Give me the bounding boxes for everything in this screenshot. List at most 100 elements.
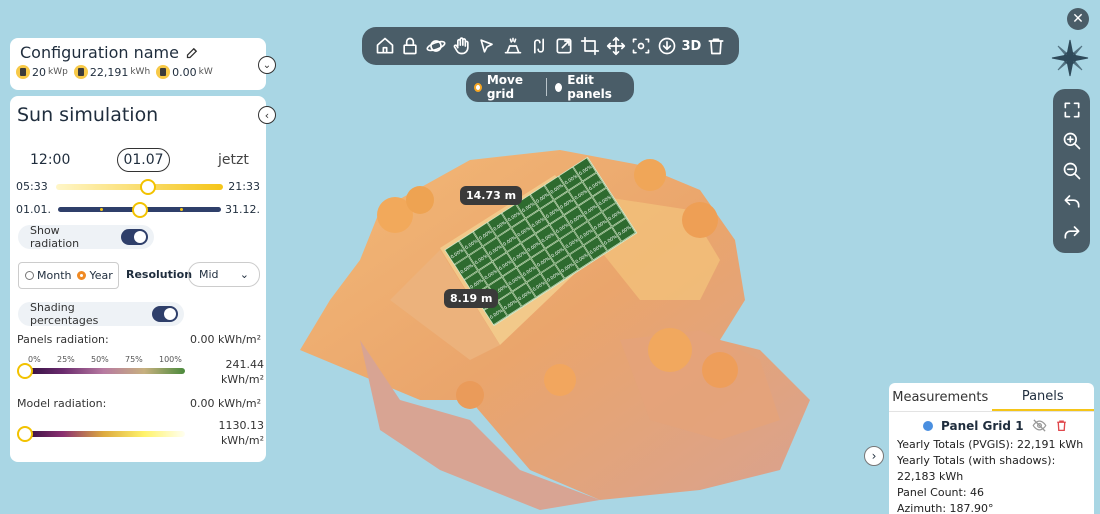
show-radiation-toggle-row[interactable]: Show radiation: [18, 224, 154, 250]
download-icon[interactable]: [656, 35, 678, 57]
year-tick: [100, 208, 103, 211]
sunset-time: 21:33: [228, 180, 260, 193]
crop-icon[interactable]: [579, 35, 601, 57]
zoom-in-icon[interactable]: [1061, 130, 1083, 152]
3d-mode-button[interactable]: 3D: [682, 39, 702, 54]
yearly-totals-shadows-label: Yearly Totals (with shadows):: [897, 454, 1056, 467]
screenshot-icon[interactable]: [630, 35, 652, 57]
edit-panels-option[interactable]: Edit panels: [555, 73, 626, 101]
power-stat: 20 kWp: [16, 65, 68, 79]
chevron-right-icon[interactable]: ›: [864, 446, 884, 466]
info-panel: Measurements Panels Panel Grid 1 Yearly …: [889, 383, 1094, 514]
panels-radiation-scale[interactable]: [22, 368, 185, 374]
day-slider-thumb[interactable]: [139, 179, 156, 195]
model-radiation-min: 0.00 kWh/m²: [189, 397, 261, 410]
pct-tick: 0%: [28, 355, 41, 364]
lock-icon[interactable]: [399, 35, 421, 57]
yearly-totals-pvgis: Yearly Totals (PVGIS): 22,191 kWh: [897, 438, 1084, 451]
move-grid-option[interactable]: Move grid: [474, 73, 538, 101]
compass-icon[interactable]: [1050, 38, 1090, 78]
resolution-select[interactable]: Mid ⌄: [188, 262, 260, 287]
chart-icon: [73, 65, 88, 79]
date-input[interactable]: 01.07: [117, 148, 170, 172]
solar-panel-icon: [16, 65, 30, 79]
pct-tick: 100%: [159, 355, 182, 364]
panels-radiation-thumb[interactable]: [17, 363, 33, 379]
sun-simulation-title: Sun simulation: [17, 104, 159, 126]
chevron-down-icon: ⌄: [239, 268, 249, 281]
trash-icon[interactable]: [705, 35, 727, 57]
pct-tick: 50%: [91, 355, 109, 364]
panel-count: Panel Count: 46: [897, 486, 985, 499]
configuration-card: Configuration name 20 kWp 22,191 kWh 0.00 k…: [10, 38, 266, 90]
panel-grid-header: Panel Grid 1: [889, 412, 1094, 433]
year-tick: [180, 208, 183, 211]
panel-grid-name[interactable]: Panel Grid 1: [941, 419, 1024, 433]
show-radiation-toggle[interactable]: [121, 229, 148, 245]
time-value[interactable]: 12:00: [30, 152, 70, 168]
model-radiation-row: Model radiation: 0.00 kWh/m²: [17, 397, 261, 410]
tab-measurements[interactable]: Measurements: [889, 383, 992, 411]
year-end: 31.12.: [225, 203, 260, 216]
period-year-option[interactable]: Year: [77, 269, 113, 282]
year-slider-row: 01.01. 31.12.: [16, 202, 260, 218]
sun-simulation-panel: Sun simulation ‹ 12:00 01.07 jetzt 05:33…: [10, 96, 276, 462]
view-controls: [1053, 89, 1090, 253]
pct-tick: 75%: [125, 355, 143, 364]
model-radiation-max: 1130.13 kWh/m²: [218, 419, 265, 447]
power-icon: [156, 65, 171, 79]
select-tool-icon[interactable]: [476, 35, 498, 57]
shading-toggle-row[interactable]: Shading percentages: [18, 301, 184, 327]
fullscreen-icon[interactable]: [1061, 99, 1083, 121]
panel-grid-details: Yearly Totals (PVGIS): 22,191 kWh Yearly…: [889, 433, 1094, 514]
period-month-option[interactable]: Month: [25, 269, 71, 282]
measure-icon[interactable]: [528, 35, 550, 57]
planet-icon[interactable]: [425, 35, 447, 57]
info-tabs: Measurements Panels: [889, 383, 1094, 412]
model-radiation-thumb[interactable]: [17, 426, 33, 442]
panels-radiation-max: 241.44 kWh/m²: [220, 358, 264, 386]
panels-radiation-min: 0.00 kWh/m²: [189, 333, 261, 346]
model-radiation-scale[interactable]: [22, 431, 185, 437]
energy-stat: 22,191 kWh: [73, 65, 150, 79]
radio-selected-icon: [474, 82, 482, 92]
close-icon[interactable]: ✕: [1067, 8, 1089, 30]
yearly-totals-shadows-value: 22,183 kWh: [897, 470, 964, 483]
solar-roof-icon[interactable]: [502, 35, 524, 57]
now-button[interactable]: jetzt: [218, 152, 249, 168]
shading-label: Shading percentages: [30, 301, 99, 327]
tab-panels[interactable]: Panels: [991, 383, 1094, 411]
panels-radiation-row: Panels radiation: 0.00 kWh/m²: [17, 333, 261, 346]
redo-icon[interactable]: [1061, 221, 1083, 243]
shading-toggle[interactable]: [151, 306, 178, 322]
export-icon[interactable]: [553, 35, 575, 57]
grid-mode-toggle: Move grid Edit panels: [466, 72, 634, 102]
radio-selected-icon: [77, 271, 87, 280]
year-slider-thumb[interactable]: [131, 202, 148, 218]
width-measurement: 8.19 m: [444, 289, 499, 308]
grid-color-icon: [923, 420, 933, 431]
year-start: 01.01.: [16, 203, 51, 216]
sunrise-time: 05:33: [16, 180, 48, 193]
mode-separator: [546, 78, 548, 96]
hand-icon[interactable]: [451, 35, 473, 57]
time-row: 12:00 01.07 jetzt: [10, 148, 266, 172]
configuration-name: Configuration name: [20, 43, 179, 62]
azimuth: Azimuth: 187.90°: [897, 502, 994, 514]
configuration-title-row: Configuration name: [20, 43, 260, 62]
move-icon[interactable]: [605, 35, 627, 57]
chevron-down-icon[interactable]: ⌄: [258, 56, 276, 74]
eye-off-icon[interactable]: [1032, 418, 1047, 433]
zoom-out-icon[interactable]: [1061, 160, 1083, 182]
home-icon[interactable]: [374, 35, 396, 57]
pct-tick: 25%: [57, 355, 75, 364]
edit-icon[interactable]: [185, 45, 200, 60]
trash-icon[interactable]: [1055, 419, 1068, 432]
undo-icon[interactable]: [1061, 190, 1083, 212]
battery-stat: 0.00 kW: [156, 65, 213, 79]
radio-icon: [555, 82, 563, 92]
chevron-left-icon[interactable]: ‹: [258, 106, 276, 124]
day-slider-row: 05:33 21:33: [16, 179, 260, 195]
period-selector: Month Year: [18, 262, 119, 289]
configuration-stats: 20 kWp 22,191 kWh 0.00 kW: [16, 65, 260, 79]
